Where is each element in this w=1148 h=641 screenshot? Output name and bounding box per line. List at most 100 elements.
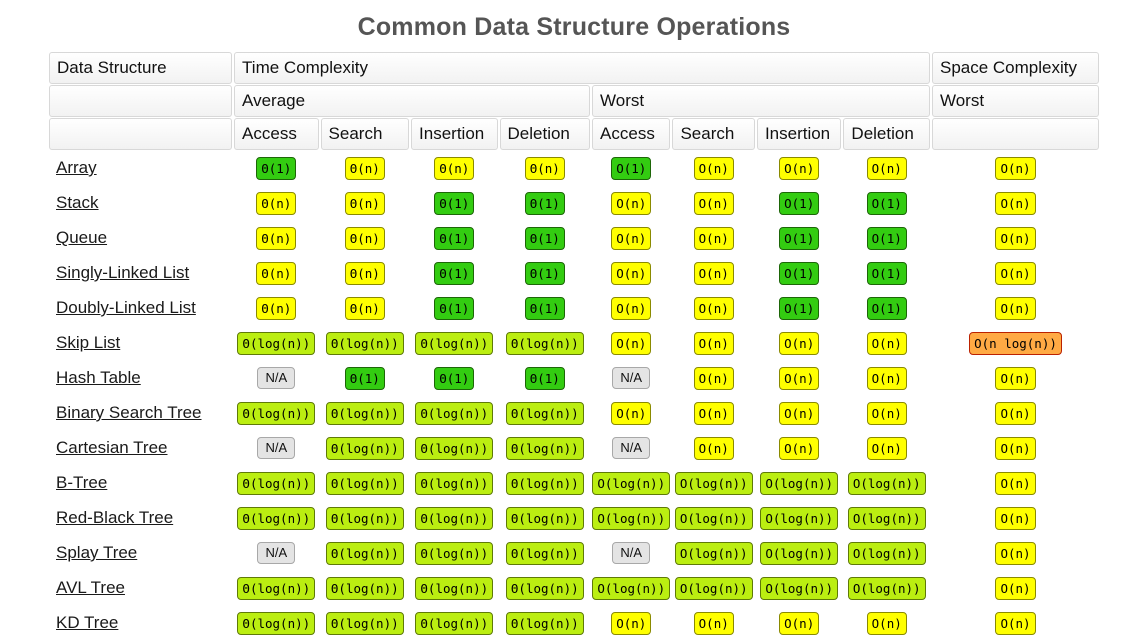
table-row: Skip List Θ(log(n)) Θ(log(n)) Θ(log(n)) Θ(lo… (49, 326, 1099, 360)
table-head: Data Structure Time Complexity Space Compl… (49, 52, 1099, 150)
complexity-badge-green: Θ(1) (524, 191, 565, 215)
complexity-badge-yellow: O(n) (995, 471, 1036, 495)
complexity-badge-chartreuse: Θ(log(n)) (415, 506, 494, 530)
complexity-cell: Θ(log(n)) (500, 536, 591, 570)
complexity-badge-chartreuse: Θ(log(n)) (505, 401, 584, 425)
header-cell-worst: Worst (931, 85, 1099, 117)
header-cell-search: Search (672, 118, 755, 150)
complexity-badge-na: N/A (612, 542, 651, 564)
complexity-badge-chartreuse: Θ(log(n)) (325, 471, 404, 495)
complexity-badge-chartreuse: Θ(log(n)) (505, 541, 584, 565)
complexity-cell: Θ(log(n)) (234, 326, 318, 360)
complexity-badge-chartreuse: Θ(log(n)) (237, 506, 316, 530)
complexity-badge-chartreuse: O(log(n)) (592, 576, 671, 600)
header-cell-insertion: Insertion (756, 118, 842, 150)
header-cell-deletion: Deletion (499, 118, 591, 150)
complexity-badge-green: Θ(1) (434, 366, 475, 390)
header-cell-spacer-case-0 (49, 85, 233, 117)
data-structure-link[interactable]: Hash Table (56, 368, 141, 387)
complexity-cell: O(n) (757, 396, 841, 430)
table-row: Stack Θ(n) Θ(n) Θ(1) Θ(1) O(n) O(n) O(1) O(1) O(n… (49, 186, 1099, 220)
complexity-cell: Θ(log(n)) (411, 571, 497, 605)
complexity-cell: O(n) (592, 221, 670, 255)
complexity-cell: O(1) (592, 151, 670, 185)
complexity-cell: O(n) (932, 151, 1099, 185)
complexity-badge-yellow: Θ(n) (524, 156, 565, 180)
complexity-cell: O(n) (672, 326, 754, 360)
data-structure-link[interactable]: Array (56, 158, 97, 177)
complexity-badge-chartreuse: Θ(log(n)) (505, 471, 584, 495)
complexity-badge-green: Θ(1) (434, 296, 475, 320)
complexity-badge-chartreuse: Θ(log(n)) (415, 401, 494, 425)
complexity-badge-yellow: Θ(n) (344, 226, 385, 250)
complexity-cell: O(n) (672, 361, 754, 395)
data-structure-link[interactable]: Stack (56, 193, 99, 212)
complexity-cell: Θ(log(n)) (234, 501, 318, 535)
complexity-cell: O(log(n)) (672, 466, 754, 500)
complexity-cell: O(n) (672, 256, 754, 290)
row-label-skip-list: Skip List (49, 326, 232, 360)
header-cell-spacer-operation-0 (49, 118, 233, 150)
data-structure-link[interactable]: Queue (56, 228, 107, 247)
complexity-badge-yellow: O(n) (995, 611, 1036, 635)
complexity-badge-green: O(1) (779, 261, 820, 285)
complexity-badge-chartreuse: O(log(n)) (592, 471, 671, 495)
complexity-badge-yellow: O(n) (611, 331, 652, 355)
header-cell-deletion: Deletion (843, 118, 930, 150)
row-label-stack: Stack (49, 186, 232, 220)
data-structure-link[interactable]: Splay Tree (56, 543, 137, 562)
complexity-cell: O(n) (592, 396, 670, 430)
complexity-badge-chartreuse: O(log(n)) (760, 506, 839, 530)
complexity-cell: Θ(n) (234, 186, 318, 220)
data-structure-link[interactable]: AVL Tree (56, 578, 125, 597)
complexity-cell: O(n) (672, 221, 754, 255)
data-structure-link[interactable]: Skip List (56, 333, 120, 352)
complexity-badge-na: N/A (612, 437, 651, 459)
complexity-cell: Θ(log(n)) (411, 431, 497, 465)
complexity-cell: O(log(n)) (757, 501, 841, 535)
complexity-cell: Θ(log(n)) (411, 536, 497, 570)
complexity-cell: O(n) (672, 291, 754, 325)
data-structure-link[interactable]: Singly-Linked List (56, 263, 189, 282)
complexity-cell: Θ(1) (411, 291, 497, 325)
complexity-cell: Θ(n) (500, 151, 591, 185)
complexity-badge-yellow: Θ(n) (434, 156, 475, 180)
complexity-cell: Θ(log(n)) (321, 431, 410, 465)
complexity-cell: Θ(n) (321, 221, 410, 255)
complexity-cell: N/A (592, 536, 670, 570)
complexity-badge-na: N/A (257, 437, 296, 459)
table-row: Cartesian Tree N/A Θ(log(n)) Θ(log(n)) Θ(log… (49, 431, 1099, 465)
complexity-cell: O(n) (592, 326, 670, 360)
header-row-operation: Access Search Insertion Deletion Access Searc… (49, 118, 1099, 150)
complexity-cell: O(log(n)) (843, 501, 930, 535)
complexity-cell: Θ(log(n)) (500, 396, 591, 430)
data-structure-link[interactable]: Doubly-Linked List (56, 298, 196, 317)
data-structure-link[interactable]: Binary Search Tree (56, 403, 202, 422)
row-label-red-black-tree: Red-Black Tree (49, 501, 232, 535)
complexity-badge-yellow: O(n) (866, 401, 907, 425)
complexity-cell: Θ(1) (500, 291, 591, 325)
complexity-badge-yellow: O(n) (866, 366, 907, 390)
complexity-cell: Θ(log(n)) (411, 501, 497, 535)
complexity-cell: O(n) (843, 361, 930, 395)
complexity-cell: Θ(n) (321, 151, 410, 185)
complexity-badge-green: O(1) (611, 156, 652, 180)
complexity-badge-green: Θ(1) (434, 191, 475, 215)
complexity-cell: Θ(1) (411, 256, 497, 290)
complexity-cell: Θ(log(n)) (411, 466, 497, 500)
complexity-cell: Θ(1) (411, 186, 497, 220)
data-structure-link[interactable]: Cartesian Tree (56, 438, 168, 457)
complexity-cell: Θ(log(n)) (234, 466, 318, 500)
data-structure-link[interactable]: B-Tree (56, 473, 107, 492)
complexity-badge-yellow: O(n) (611, 226, 652, 250)
data-structure-link[interactable]: Red-Black Tree (56, 508, 173, 527)
complexity-cell: Θ(n) (321, 186, 410, 220)
complexity-cell: Θ(log(n)) (500, 326, 591, 360)
complexity-badge-yellow: Θ(n) (256, 296, 297, 320)
complexity-badge-yellow: Θ(n) (256, 226, 297, 250)
complexity-badge-chartreuse: Θ(log(n)) (325, 436, 404, 460)
table-row: Hash Table N/A Θ(1) Θ(1) Θ(1) N/A O(n) O(n) O(n)… (49, 361, 1099, 395)
data-structure-link[interactable]: KD Tree (56, 613, 118, 632)
complexity-badge-yellow: O(n) (693, 296, 734, 320)
table-row: AVL Tree Θ(log(n)) Θ(log(n)) Θ(log(n)) Θ(log… (49, 571, 1099, 605)
